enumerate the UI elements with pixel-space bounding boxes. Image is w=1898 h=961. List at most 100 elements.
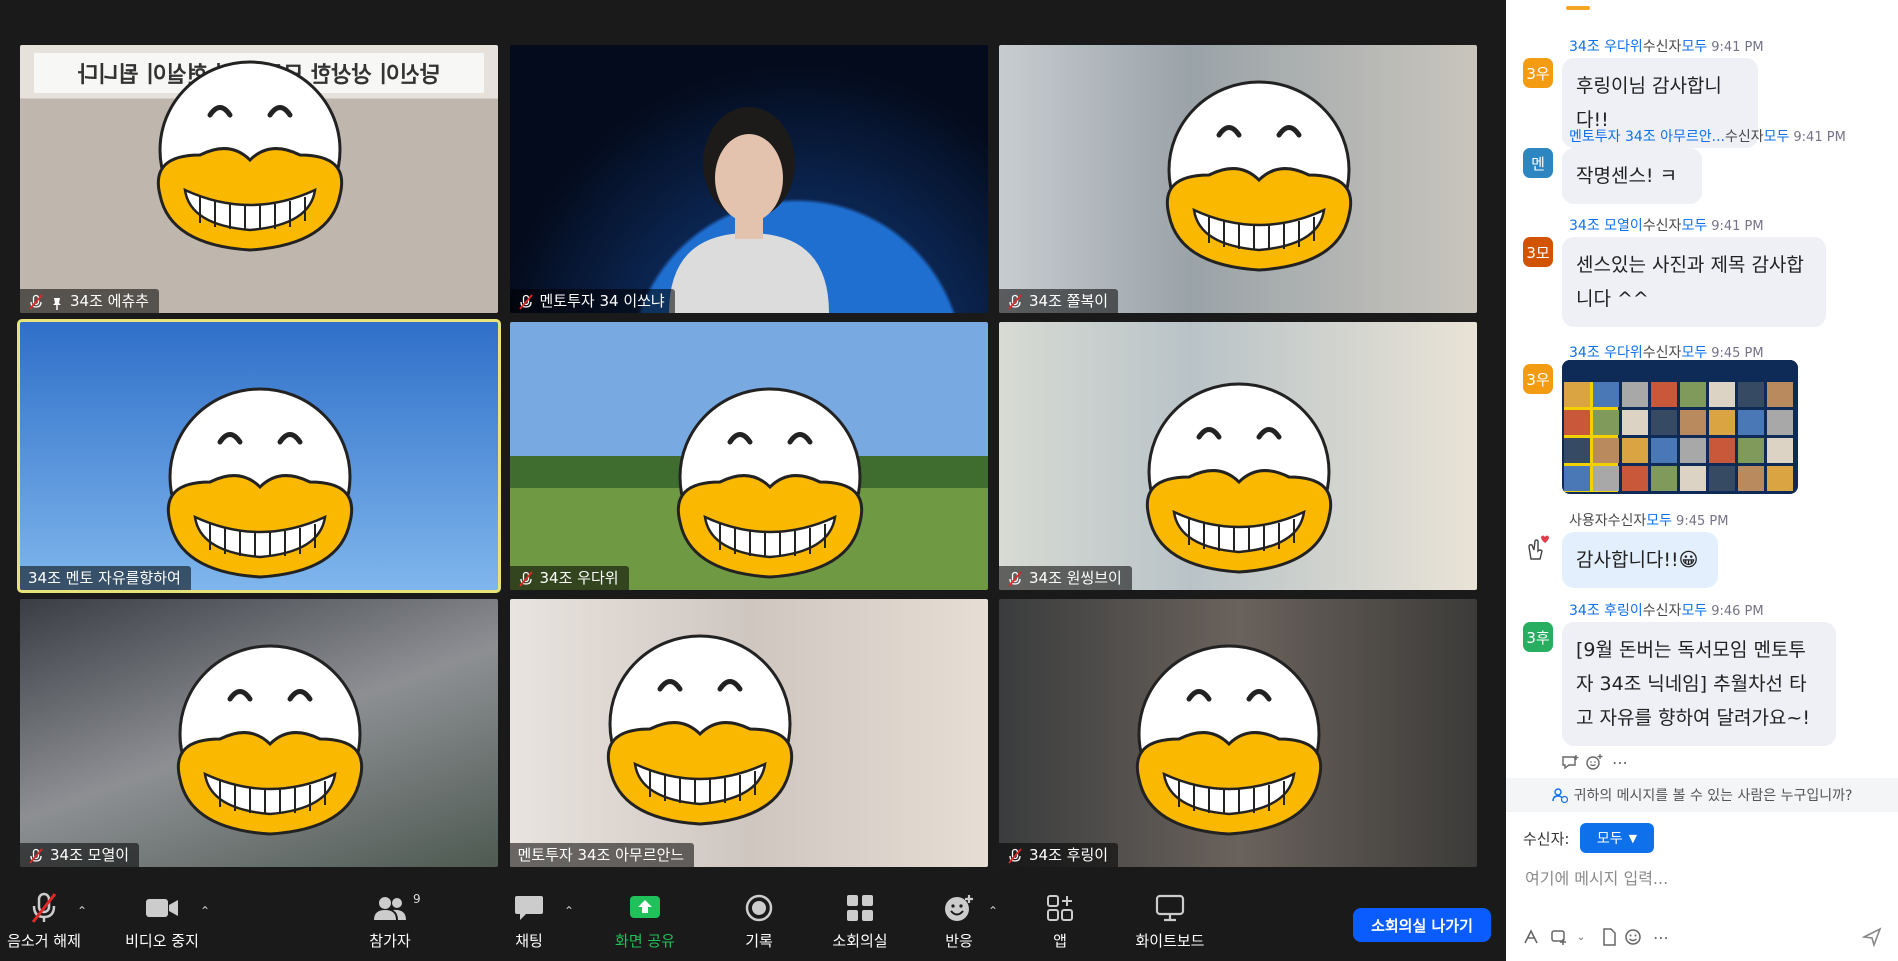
stop-video-label: 비디오 중지 [125,932,199,950]
video-tile[interactable]: 34조 멘토 자유를향하여 [17,319,501,593]
participant-name-tag: 34조 에츄추 [20,289,160,313]
chat-message-input[interactable] [1523,863,1877,893]
leave-breakout-room-button[interactable]: 소회의실 나가기 [1353,908,1491,942]
face-mask-character [590,629,810,849]
message-sender[interactable]: 멘토투자 34조 아무르안... [1569,129,1725,145]
mic-muted-icon [1007,293,1023,310]
share-screen-icon [629,890,661,926]
message-time: 9:41 PM [1793,130,1846,145]
recipient-value: 모두 [1596,831,1623,847]
screenshot-icon[interactable] [1548,926,1570,948]
message-recipient: 모두 [1681,218,1708,234]
message-sender[interactable]: 34조 우다위 [1569,345,1643,361]
message-time: 9:45 PM [1711,346,1764,361]
shared-image-thumbnail[interactable] [1562,360,1798,494]
message-recipient: 모두 [1681,39,1708,55]
pin-icon [50,294,64,310]
message-sender[interactable]: 34조 후링이 [1569,603,1643,619]
send-icon[interactable] [1861,926,1883,948]
person-question-icon [1551,788,1568,803]
apps-icon [1046,890,1074,926]
apps-button[interactable]: 앱 [1025,880,1095,961]
mic-muted-icon [28,847,44,864]
mic-muted-icon [518,293,534,310]
breakout-rooms-button[interactable]: 소회의실 [820,880,900,961]
sender-avatar[interactable]: 3우 [1523,58,1553,88]
participant-name: 34조 모열이 [50,846,130,864]
participant-name-tag: 34조 후링이 [999,843,1119,867]
mic-muted-icon [518,570,534,587]
message-bubble[interactable]: 센스있는 사진과 제목 감사합니다 ^^ [1562,237,1826,327]
chat-button[interactable]: 채팅 [494,880,564,961]
mic-muted-icon [29,890,59,926]
message-sender[interactable]: 사용자 [1569,513,1608,529]
message-to-label: 수신자 [1607,513,1647,529]
participants-icon: 9 [373,890,421,926]
participant-name: 34조 쫄복이 [1029,292,1109,310]
whiteboard-button[interactable]: 화이트보드 [1125,880,1215,961]
message-visibility-link[interactable]: 귀하의 메시지를 볼 수 있는 사람은 누구입니까? [1506,778,1898,812]
message-header: 사용자수신자모두 9:45 PM [1569,510,1728,530]
record-label: 기록 [745,932,773,950]
recipient-dropdown[interactable]: 모두 ▼ [1580,823,1654,853]
participant-name-tag: 34조 쫄복이 [999,289,1119,313]
stop-video-button[interactable]: 비디오 중지 [118,880,206,961]
reply-icon[interactable] [1560,752,1580,772]
video-grid: 당신이 상상한 모든 것이 현실이 됩니다34조 에츄추멘토투자 34 이쏘냐 3… [17,45,1477,868]
message-bubble[interactable]: 작명센스! ㅋ [1562,148,1702,204]
video-tile[interactable]: 멘토투자 34조 아무르안느 [509,599,988,867]
participant-figure [639,83,859,313]
reactions-button[interactable]: 반응 [924,880,994,961]
reactions-options-caret[interactable]: ⌃ [988,904,998,918]
sender-avatar[interactable]: 멘 [1523,148,1553,178]
message-bubble[interactable]: 감사합니다!!😀 [1562,532,1718,588]
message-visibility-text: 귀하의 메시지를 볼 수 있는 사람은 누구입니까? [1573,788,1853,804]
face-mask-character [150,382,370,590]
participants-count: 9 [413,892,421,906]
message-bubble[interactable]: [9월 돈버는 독서모임 멘토투자 34조 닉네임] 추월차선 타고 자유를 향… [1562,622,1836,746]
format-text-icon[interactable] [1520,926,1542,948]
participant-name-tag: 멘토투자 34조 아무르안느 [509,843,695,867]
message-more-icon[interactable]: ⋯ [1610,752,1630,772]
message-to-label: 수신자 [1725,129,1764,145]
video-options-caret[interactable]: ⌃ [200,904,210,918]
more-options-icon[interactable]: ⋯ [1650,926,1672,948]
sender-avatar[interactable]: 3모 [1523,237,1553,267]
video-tile[interactable]: 멘토투자 34 이쏘냐 [509,45,988,313]
unmute-button[interactable]: 음소거 해제 [0,880,88,961]
file-icon[interactable] [1598,926,1620,948]
message-recipient: 모두 [1763,129,1790,145]
message-sender[interactable]: 34조 모열이 [1569,218,1643,234]
participants-button[interactable]: 9 참가자 [355,880,425,961]
video-tile[interactable]: 34조 모열이 [20,599,498,867]
video-tile[interactable]: 당신이 상상한 모든 것이 현실이 됩니다34조 에츄추 [20,45,498,313]
message-header: 34조 모열이수신자모두 9:41 PM [1569,215,1764,235]
sender-avatar[interactable]: 3우 [1523,364,1553,394]
message-time: 9:41 PM [1711,219,1764,234]
unmute-label: 음소거 해제 [7,932,81,950]
video-tile[interactable]: 34조 쫄복이 [999,45,1477,313]
message-time: 9:45 PM [1676,514,1729,529]
screenshot-options-chevron-icon[interactable]: ⌄ [1570,926,1592,948]
hand-heart-avatar-icon[interactable] [1523,532,1553,562]
message-recipient: 모두 [1646,513,1673,529]
share-screen-button[interactable]: 화면 공유 [605,880,685,961]
video-tile[interactable]: 34조 우다위 [509,322,988,590]
chat-options-caret[interactable]: ⌃ [564,904,574,918]
message-header: 34조 우다위수신자모두 9:41 PM [1569,36,1764,56]
video-tile[interactable]: 34조 후링이 [999,599,1477,867]
previous-message-fragment [1566,6,1590,10]
emoji-icon[interactable] [1622,926,1644,948]
chat-label: 채팅 [515,932,543,950]
record-button[interactable]: 기록 [724,880,794,961]
chat-messages[interactable]: 34조 우다위수신자모두 9:41 PM 3우 후링이님 감사합니다!! 멘토투자 34… [1506,0,1898,778]
audio-options-caret[interactable]: ⌃ [77,904,87,918]
add-reaction-icon[interactable] [1584,752,1604,772]
whiteboard-label: 화이트보드 [1135,932,1205,950]
message-sender[interactable]: 34조 우다위 [1569,39,1643,55]
sender-avatar[interactable]: 3후 [1523,622,1553,652]
recipient-label: 수신자: [1523,830,1570,848]
participant-name: 멘토투자 34조 아무르안느 [517,846,685,864]
message-header: 멘토투자 34조 아무르안...수신자모두 9:41 PM [1569,126,1846,146]
video-tile[interactable]: 34조 원씽브이 [999,322,1477,590]
